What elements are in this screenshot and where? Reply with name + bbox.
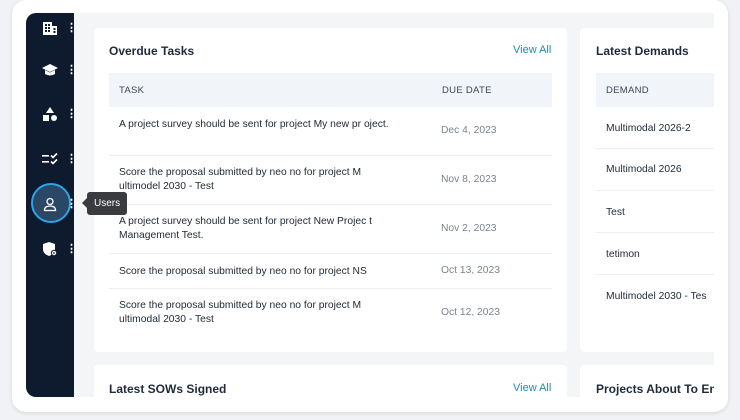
column-header-demand[interactable]: DEMAND (606, 85, 649, 96)
task-text: Score the proposal submitted by neo no f… (119, 300, 362, 325)
due-date: Oct 12, 2023 (441, 307, 500, 318)
task-text: A project survey should be sent for proj… (119, 119, 389, 130)
table-header: TASK DUE DATE (109, 73, 552, 107)
building-icon (41, 20, 59, 36)
task-text: A project survey should be sent for proj… (119, 216, 372, 241)
shield-gear-icon (41, 241, 59, 257)
table-row[interactable]: Score the proposal submitted by neo no f… (109, 156, 552, 205)
demand-name: Test (606, 207, 625, 218)
sidebar-item-admin[interactable]: ⋮ (26, 234, 77, 264)
more-vertical-icon[interactable]: ⋮ (66, 242, 77, 256)
table-row[interactable]: tetimon (596, 233, 714, 275)
table-row[interactable]: Multimodal 2026 (596, 149, 714, 191)
more-vertical-icon[interactable]: ⋮ (66, 63, 77, 77)
card-title: Latest Demands (596, 44, 689, 58)
more-vertical-icon[interactable]: ⋮ (66, 21, 77, 35)
sidebar: ⋮ ⋮ ⋮ ⋮ ⋮ ⋮ (26, 13, 77, 397)
card-title: Latest SOWs Signed (109, 382, 227, 396)
demand-name: Multimodel 2030 - Tes (606, 291, 707, 302)
sidebar-item-organizations[interactable]: ⋮ (26, 13, 77, 43)
more-vertical-icon[interactable]: ⋮ (66, 197, 77, 211)
sidebar-item-tasks[interactable]: ⋮ (26, 144, 77, 174)
table-row[interactable]: Score the proposal submitted by neo no f… (109, 289, 552, 338)
latest-sows-card: Latest SOWs Signed View All (94, 365, 567, 397)
latest-demands-card: Latest Demands DEMAND Multimodal 2026-2 … (580, 28, 714, 352)
due-date: Dec 4, 2023 (441, 125, 497, 136)
checklist-icon (41, 151, 59, 167)
more-vertical-icon[interactable]: ⋮ (66, 152, 77, 166)
sidebar-item-training[interactable]: ⋮ (26, 55, 77, 85)
user-icon (41, 196, 59, 212)
shapes-icon (41, 106, 59, 122)
table-row[interactable]: A project survey should be sent for proj… (109, 205, 552, 254)
due-date: Nov 8, 2023 (441, 174, 497, 185)
view-all-link[interactable]: View All (513, 382, 551, 394)
users-tooltip: Users (81, 192, 128, 215)
column-header-due-date[interactable]: DUE DATE (442, 85, 492, 96)
table-row[interactable]: Test (596, 191, 714, 233)
demand-name: Multimodal 2026 (606, 164, 682, 175)
table-row[interactable]: A project survey should be sent for proj… (109, 107, 552, 156)
table-row[interactable]: Multimodel 2030 - Tes (596, 275, 714, 317)
more-vertical-icon[interactable]: ⋮ (66, 107, 77, 121)
overdue-tasks-card: Overdue Tasks View All TASK DUE DATE A p… (94, 28, 567, 352)
demand-name: tetimon (606, 249, 640, 260)
graduation-cap-icon (41, 62, 59, 78)
task-text: Score the proposal submitted by neo no f… (119, 266, 367, 277)
sidebar-item-categories[interactable]: ⋮ (26, 99, 77, 129)
demand-name: Multimodal 2026-2 (606, 123, 691, 134)
due-date: Oct 13, 2023 (441, 265, 500, 276)
sidebar-item-users[interactable]: ⋮ (26, 183, 77, 223)
card-title: Overdue Tasks (109, 44, 195, 58)
table-row[interactable]: Score the proposal submitted by neo no f… (109, 254, 552, 289)
task-text: Score the proposal submitted by neo no f… (119, 167, 362, 192)
table-header: DEMAND (596, 73, 714, 107)
card-title: Projects About To End (596, 382, 714, 396)
table-row[interactable]: Multimodal 2026-2 (596, 107, 714, 149)
view-all-link[interactable]: View All (513, 44, 551, 56)
column-header-task[interactable]: TASK (119, 85, 144, 96)
due-date: Nov 2, 2023 (441, 223, 497, 234)
projects-about-to-end-card: Projects About To End (580, 365, 714, 397)
dashboard-content: Overdue Tasks View All TASK DUE DATE A p… (74, 13, 714, 397)
